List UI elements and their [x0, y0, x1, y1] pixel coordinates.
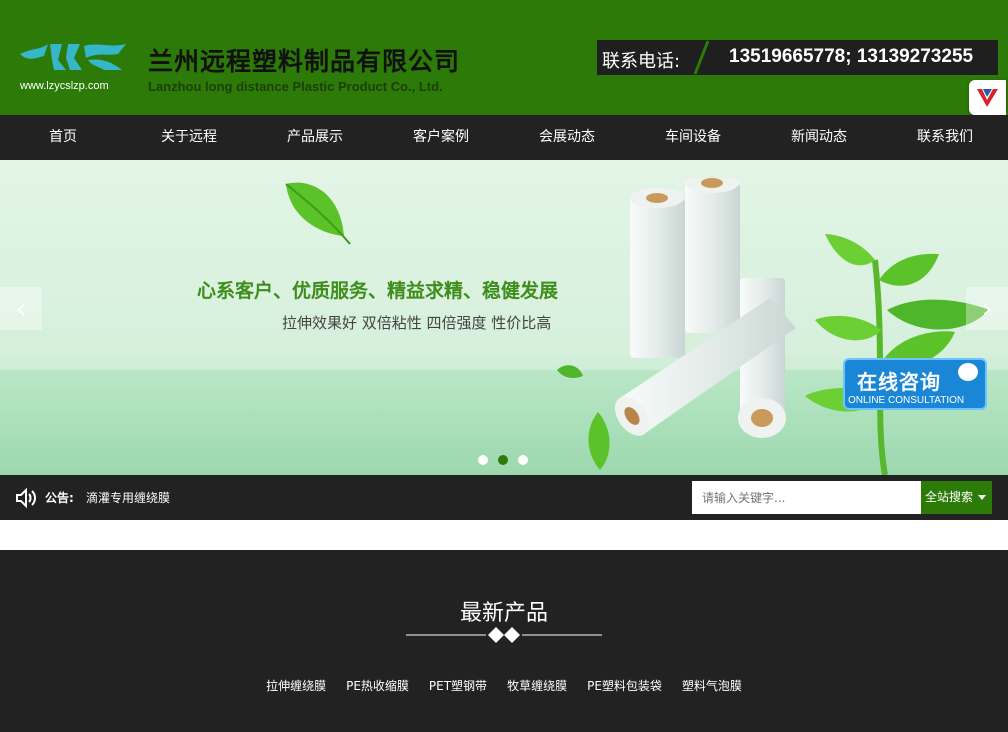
title-divider-icon [406, 627, 602, 643]
category-link[interactable]: PE塑料包装袋 [587, 677, 662, 694]
category-link[interactable]: 牧草缠绕膜 [507, 677, 567, 694]
company-logo-icon[interactable] [18, 40, 128, 76]
nav-item-workshop[interactable]: 车间设备 [630, 115, 756, 160]
nav-item-cases[interactable]: 客户案例 [378, 115, 504, 160]
product-category-list: 拉伸缠绕膜 PE热收缩膜 PET塑钢带 牧草缠绕膜 PE塑料包装袋 塑料气泡膜 [0, 677, 1008, 694]
category-link[interactable]: PE热收缩膜 [346, 677, 409, 694]
search-input[interactable] [692, 481, 921, 514]
nav-item-about[interactable]: 关于远程 [126, 115, 252, 160]
banner-next-arrow[interactable]: › [966, 287, 1008, 330]
plant-decoration-icon [805, 234, 989, 475]
chat-bubble-icon [955, 360, 981, 384]
notice-text-link[interactable]: 滴灌专用缠绕膜 [86, 489, 170, 506]
consult-label-cn: 在线咨询 [857, 370, 941, 394]
main-nav: 首页 关于远程 产品展示 客户案例 会展动态 车间设备 新闻动态 联系我们 [0, 115, 1008, 160]
notice-label: 公告: [45, 491, 74, 505]
latest-products-section: 最新产品 拉伸缠绕膜 PE热收缩膜 PET塑钢带 牧草缠绕膜 PE塑料包装袋 塑… [0, 550, 1008, 732]
banner-slogan: 心系客户、优质服务、精益求精、稳健发展 [197, 280, 559, 302]
nav-item-contact[interactable]: 联系我们 [882, 115, 1008, 160]
company-name-cn: 兰州远程塑料制品有限公司 [148, 47, 461, 76]
slash-divider-icon [693, 40, 709, 75]
slide-dot[interactable] [478, 455, 488, 465]
nav-item-products[interactable]: 产品展示 [252, 115, 378, 160]
phone-numbers: 13519665778; 13139273255 [729, 46, 974, 67]
nav-item-home[interactable]: 首页 [0, 115, 126, 160]
nav-item-news[interactable]: 新闻动态 [756, 115, 882, 160]
category-link[interactable]: 塑料气泡膜 [682, 677, 742, 694]
search-button-label: 全站搜索 [925, 490, 974, 504]
small-leaf-icon [557, 365, 583, 378]
search-button[interactable]: 全站搜索 [921, 481, 992, 514]
v-badge-icon[interactable] [969, 80, 1006, 115]
category-link[interactable]: 拉伸缠绕膜 [266, 677, 326, 694]
nav-item-exhibitions[interactable]: 会展动态 [504, 115, 630, 160]
banner-sub-slogan: 拉伸效果好 双倍粘性 四倍强度 性价比高 [282, 314, 552, 332]
section-title: 最新产品 [459, 601, 548, 626]
online-consult-button[interactable]: 在线咨询 ONLINE CONSULTATION [843, 358, 987, 410]
phone-label: 联系电话: [602, 51, 681, 72]
logo-url-text: www.lzycslzp.com [20, 80, 109, 92]
spacer-strip [0, 520, 1008, 550]
slide-dot[interactable] [518, 455, 528, 465]
consult-label-en: ONLINE CONSULTATION [848, 395, 965, 406]
hero-banner: 心系客户、优质服务、精益求精、稳健发展 拉伸效果好 双倍粘性 四倍强度 性价比高 [0, 160, 1008, 475]
speaker-icon [16, 487, 36, 509]
company-name-en: Lanzhou long distance Plastic Product Co… [148, 79, 443, 94]
category-link[interactable]: PET塑钢带 [429, 677, 487, 694]
slide-dot-active[interactable] [498, 455, 508, 465]
notice-bar: 公告: 滴灌专用缠绕膜 全站搜索 [0, 475, 1008, 520]
leaf-decoration-icon [285, 182, 351, 245]
banner-prev-arrow[interactable]: ‹ [0, 287, 42, 330]
slide-indicators [478, 455, 528, 465]
phone-box: 联系电话: 13519665778; 13139273255 [597, 40, 998, 75]
caret-down-icon [978, 495, 986, 500]
site-header: www.lzycslzp.com 兰州远程塑料制品有限公司 Lanzhou lo… [0, 0, 1008, 115]
